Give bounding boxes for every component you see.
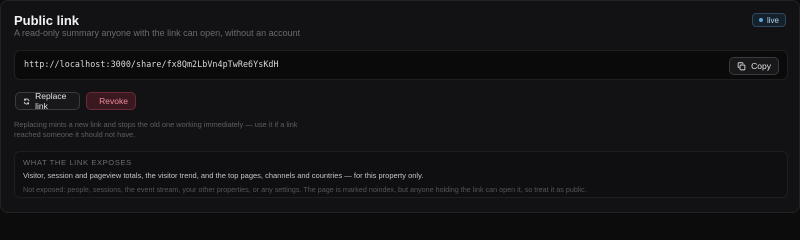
- replace-note: Replacing mints a new link and stops the…: [14, 120, 298, 139]
- replace-link-button[interactable]: Replace link: [15, 91, 80, 111]
- status-badge: live: [751, 13, 786, 27]
- exposure-excluded: Not exposed: people, sessions, the event…: [23, 185, 587, 194]
- replace-link-label: Replace link: [35, 91, 67, 111]
- exposure-included: Visitor, session and pageview totals, th…: [23, 171, 424, 180]
- public-link-card: Public link A read-only summary anyone w…: [0, 0, 800, 213]
- refresh-icon: [23, 97, 30, 105]
- share-url[interactable]: http://localhost:3000/share/fx8Qm2LbVn4p…: [24, 59, 279, 69]
- card-subtitle: A read-only summary anyone with the link…: [14, 28, 301, 38]
- revoke-button[interactable]: Revoke: [86, 92, 136, 110]
- copy-button[interactable]: Copy: [729, 57, 779, 75]
- exposure-heading: WHAT THE LINK EXPOSES: [23, 158, 132, 167]
- status-badge-label: live: [766, 15, 779, 25]
- share-url-box: http://localhost:3000/share/fx8Qm2LbVn4p…: [14, 50, 788, 80]
- copy-icon: [737, 61, 746, 70]
- copy-button-label: Copy: [751, 61, 771, 71]
- revoke-label: Revoke: [99, 96, 128, 106]
- card-title: Public link: [14, 13, 80, 28]
- live-dot-icon: [758, 18, 763, 22]
- exposure-panel: WHAT THE LINK EXPOSES Visitor, session a…: [14, 151, 788, 198]
